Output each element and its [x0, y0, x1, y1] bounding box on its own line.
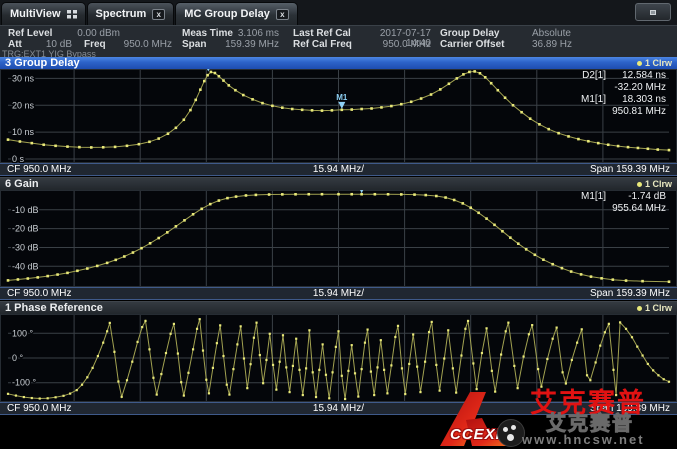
group-delay-mode-value: Absolute: [520, 29, 600, 39]
ref-level-label: Ref Level: [8, 29, 66, 39]
analyzer-screen: MultiView Spectrum x MC Group Delay x Re…: [0, 0, 677, 449]
panel-titlebar-gain[interactable]: 6 Gain 1 Clrw: [0, 177, 677, 190]
svg-text:100 °: 100 °: [12, 328, 34, 338]
grid-icon: [67, 10, 77, 19]
span-label: Span: [182, 40, 212, 50]
marker-readout-table: M1[1]-1.74 dB955.64 MHz: [536, 191, 666, 215]
marker-readout-row: 955.64 MHz: [536, 203, 666, 215]
ref-cal-freq-label: Ref Cal Freq: [293, 40, 359, 50]
trace-color-icon: [637, 182, 642, 187]
marker-readout-row: M1[1]18.303 ns: [536, 94, 666, 106]
group-delay-graph[interactable]: 30 ns20 ns10 ns0 sD2M1 D2[1]12.584 ns-32…: [0, 69, 677, 163]
ref-cal-freq-value: 950.0 MHz: [359, 40, 431, 50]
trace-color-icon: [637, 61, 642, 66]
svg-text:0 °: 0 °: [12, 353, 24, 363]
bottom-black-strip: [0, 415, 677, 449]
phase-axis-bar: CF 950.0 MHz 15.94 MHz/ Span 159.39 MHz: [0, 402, 677, 415]
freq-value: 950.0 MHz: [116, 40, 172, 50]
svg-text:-10 dB: -10 dB: [12, 205, 39, 215]
per-division: 15.94 MHz/: [0, 288, 677, 299]
carrier-offset-value: 36.89 Hz: [520, 40, 600, 50]
svg-text:10 ns: 10 ns: [12, 127, 35, 137]
svg-text:-40 dB: -40 dB: [12, 261, 39, 271]
panel-titlebar-phase-reference[interactable]: 1 Phase Reference 1 Clrw: [0, 301, 677, 314]
meas-time-label: Meas Time: [182, 29, 234, 39]
tab-spectrum-label: Spectrum: [96, 8, 147, 20]
trace-legend: 1 Clrw: [637, 58, 672, 69]
panel-title: 3 Group Delay: [5, 58, 80, 69]
last-ref-cal-label: Last Ref Cal: [293, 29, 359, 39]
carrier-offset-label: Carrier Offset: [440, 40, 520, 50]
svg-text:-30 dB: -30 dB: [12, 242, 39, 252]
trace-legend: 1 Clrw: [637, 179, 672, 190]
window-icon: [650, 10, 656, 15]
svg-text:20 ns: 20 ns: [12, 100, 35, 110]
panel-phase-reference: 1 Phase Reference 1 Clrw 100 °0 °-100 ° …: [0, 301, 677, 415]
ref-level-value: 0.00 dBm: [66, 29, 120, 39]
gain-graph[interactable]: -10 dB-20 dB-30 dB-40 dBM1 M1[1]-1.74 dB…: [0, 190, 677, 287]
trace-color-icon: [637, 306, 642, 311]
per-division: 15.94 MHz/: [0, 164, 677, 175]
tab-mc-group-delay-label: MC Group Delay: [184, 8, 270, 20]
marker-readout-row: D2[1]12.584 ns: [536, 70, 666, 82]
panel-gain: 6 Gain 1 Clrw -10 dB -20 dB -30 dB -40 dB M1…: [0, 177, 677, 300]
gain-axis-bar: CF 950.0 MHz 15.94 MHz/ Span 159.39 MHz: [0, 287, 677, 300]
trace-legend-label: 1 Clrw: [645, 303, 672, 314]
tab-multiview[interactable]: MultiView: [1, 2, 86, 25]
panel-title: 1 Phase Reference: [5, 303, 103, 314]
trace-legend-label: 1 Clrw: [645, 58, 672, 69]
tab-spectrum[interactable]: Spectrum x: [87, 2, 175, 25]
svg-text:M1: M1: [336, 93, 348, 102]
channel-settings-header[interactable]: Ref Level 0.00 dBm Att 10 dB Freq 950.0 …: [0, 25, 677, 57]
trace-legend-label: 1 Clrw: [645, 179, 672, 190]
marker-readout-table: D2[1]12.584 ns-32.20 MHzM1[1]18.303 ns95…: [536, 70, 666, 118]
last-ref-cal-value: 2017-07-17 14:40: [359, 29, 431, 39]
marker-readout-row: -32.20 MHz: [536, 82, 666, 94]
panel-group-delay: 3 Group Delay 1 Clrw 30 ns 20 ns 10 ns 0 s D…: [0, 57, 677, 176]
span-value: 159.39 MHz: [212, 40, 279, 50]
marker-readout-row: M1[1]-1.74 dB: [536, 191, 666, 203]
phase-reference-graph[interactable]: 100 ° 0 ° -100 °: [0, 314, 677, 402]
panel-title: 6 Gain: [5, 179, 39, 190]
trace-legend: 1 Clrw: [637, 303, 672, 314]
close-icon[interactable]: x: [152, 9, 165, 20]
per-division: 15.94 MHz/: [0, 403, 677, 414]
svg-text:0 s: 0 s: [12, 154, 25, 163]
tab-multiview-label: MultiView: [10, 8, 61, 20]
group-delay-axis-bar: CF 950.0 MHz 15.94 MHz/ Span 159.39 MHz: [0, 163, 677, 176]
svg-text:-100 °: -100 °: [12, 378, 37, 388]
tab-bar: MultiView Spectrum x MC Group Delay x: [0, 0, 677, 25]
group-delay-mode-label: Group Delay: [440, 29, 520, 39]
new-channel-button[interactable]: [635, 3, 671, 21]
tab-mc-group-delay[interactable]: MC Group Delay x: [175, 2, 298, 25]
svg-text:30 ns: 30 ns: [12, 73, 35, 83]
svg-text:-20 dB: -20 dB: [12, 224, 39, 234]
marker-readout-row: 950.81 MHz: [536, 106, 666, 118]
meas-time-value: 3.106 ms: [234, 29, 279, 39]
panel-titlebar-group-delay[interactable]: 3 Group Delay 1 Clrw: [0, 57, 677, 69]
phase-reference-chart: 100 ° 0 ° -100 °: [0, 314, 677, 402]
close-icon[interactable]: x: [276, 9, 289, 20]
